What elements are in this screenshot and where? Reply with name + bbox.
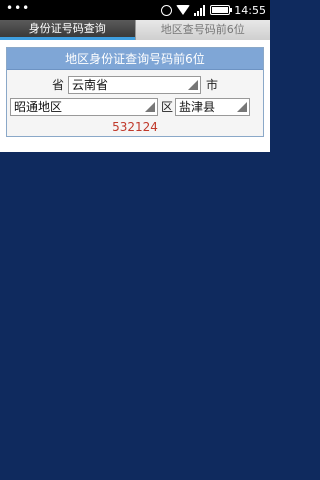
province-value: 云南省 [72,78,109,92]
signal-icon [194,4,206,16]
district-select[interactable]: 盐津县 [175,98,250,116]
battery-icon [210,5,233,15]
alarm-icon [161,4,173,16]
city-label: 市 [206,78,219,92]
city-dropdown-arrow-icon [145,102,155,112]
city-select[interactable]: 昭通地区 [10,98,158,116]
content-area: 地区身份证查询号码前6位 省 云南省 市 昭通地区 区 盐津县 532124 [0,40,270,152]
tab-id-lookup[interactable]: 身份证号码查询 [0,20,135,40]
region-lookup-panel: 地区身份证查询号码前6位 省 云南省 市 昭通地区 区 盐津县 532124 [6,47,264,137]
status-bar: ••• 14:55 [0,0,270,20]
panel-title: 地区身份证查询号码前6位 [7,48,263,70]
notification-dots: ••• [6,1,31,15]
district-value: 盐津县 [179,100,216,114]
tab-bar: 身份证号码查询 地区查号码前6位 [0,20,270,40]
province-dropdown-arrow-icon [188,80,198,90]
status-icons: 14:55 [161,2,266,18]
wifi-icon [176,5,191,15]
clock: 14:55 [234,3,266,17]
province-label: 省 [52,78,65,92]
tab-region-prefix[interactable]: 地区查号码前6位 [134,20,270,40]
city-value: 昭通地区 [14,100,63,114]
province-select[interactable]: 云南省 [68,76,201,94]
district-dropdown-arrow-icon [237,102,247,112]
district-label: 区 [161,100,174,114]
result-code: 532124 [112,120,158,134]
